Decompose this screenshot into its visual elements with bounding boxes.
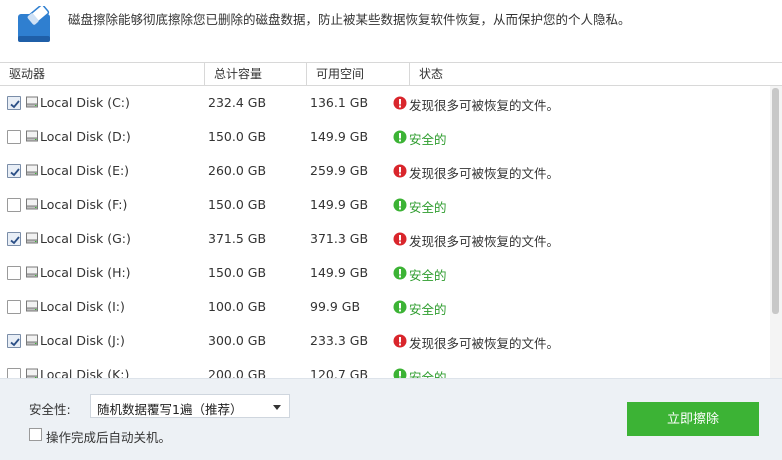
drive-name: Local Disk (F:)	[40, 197, 128, 212]
drive-name: Local Disk (G:)	[40, 231, 131, 246]
drive-name: Local Disk (K:)	[40, 367, 130, 378]
warning-icon	[393, 96, 407, 110]
column-drive[interactable]: 驱动器	[0, 63, 205, 85]
hard-drive-icon	[25, 232, 39, 245]
drive-name: Local Disk (E:)	[40, 163, 130, 178]
drive-total-capacity: 200.0 GB	[208, 367, 267, 378]
auto-shutdown-checkbox[interactable]	[29, 428, 42, 441]
drive-free-space: 233.3 GB	[310, 333, 369, 348]
hard-drive-icon	[25, 198, 39, 211]
security-level-select[interactable]: 随机数据覆写1遍（推荐）	[90, 394, 290, 418]
scrollbar-thumb[interactable]	[772, 88, 779, 314]
drive-status: 发现很多可被恢复的文件。	[409, 98, 560, 113]
security-level-value: 随机数据覆写1遍（推荐）	[97, 402, 243, 417]
header: 磁盘擦除能够彻底擦除您已删除的磁盘数据，防止被某些数据恢复软件恢复，从而保护您的…	[0, 0, 782, 62]
drive-total-capacity: 150.0 GB	[208, 265, 267, 280]
drive-total-capacity: 150.0 GB	[208, 197, 267, 212]
drive-row[interactable]: Local Disk (F:) 150.0 GB 149.9 GB 安全的	[0, 188, 770, 222]
eraser-drive-icon	[18, 6, 50, 42]
drive-status: 安全的	[409, 370, 447, 378]
column-status[interactable]: 状态	[410, 63, 782, 85]
security-label: 安全性:	[29, 402, 71, 417]
drive-status: 发现很多可被恢复的文件。	[409, 166, 560, 181]
table-header: 驱动器 总计容量 可用空间 状态	[0, 62, 782, 86]
drive-checkbox[interactable]	[7, 198, 21, 212]
drive-checkbox[interactable]	[7, 266, 21, 280]
warning-icon	[393, 334, 407, 348]
drive-status: 发现很多可被恢复的文件。	[409, 336, 560, 351]
drive-name: Local Disk (H:)	[40, 265, 131, 280]
footer: 安全性: 随机数据覆写1遍（推荐） 操作完成后自动关机。 立即擦除	[0, 378, 782, 460]
hard-drive-icon	[25, 334, 39, 347]
erase-now-button[interactable]: 立即擦除	[627, 402, 759, 436]
safe-icon	[393, 266, 407, 280]
drive-free-space: 136.1 GB	[310, 95, 369, 110]
drive-list: Local Disk (C:) 232.4 GB 136.1 GB 发现很多可被恢复的…	[0, 86, 770, 378]
drive-name: Local Disk (C:)	[40, 95, 130, 110]
hard-drive-icon	[25, 164, 39, 177]
auto-shutdown-label[interactable]: 操作完成后自动关机。	[46, 427, 171, 446]
drive-status: 安全的	[409, 132, 447, 147]
drive-free-space: 259.9 GB	[310, 163, 369, 178]
drive-row[interactable]: Local Disk (J:) 300.0 GB 233.3 GB 发现很多可被恢复的…	[0, 324, 770, 358]
drive-free-space: 120.7 GB	[310, 367, 369, 378]
drive-list-scrollbar[interactable]	[770, 86, 782, 378]
drive-row[interactable]: Local Disk (K:) 200.0 GB 120.7 GB 安全的	[0, 358, 770, 378]
drive-total-capacity: 100.0 GB	[208, 299, 267, 314]
drive-free-space: 99.9 GB	[310, 299, 361, 314]
header-description: 磁盘擦除能够彻底擦除您已删除的磁盘数据，防止被某些数据恢复软件恢复，从而保护您的…	[68, 12, 631, 27]
drive-row[interactable]: Local Disk (G:) 371.5 GB 371.3 GB 发现很多可被恢复的…	[0, 222, 770, 256]
drive-free-space: 149.9 GB	[310, 197, 369, 212]
drive-total-capacity: 150.0 GB	[208, 129, 267, 144]
drive-name: Local Disk (D:)	[40, 129, 131, 144]
drive-checkbox[interactable]	[7, 368, 21, 378]
drive-row[interactable]: Local Disk (E:) 260.0 GB 259.9 GB 发现很多可被恢复的…	[0, 154, 770, 188]
drive-row[interactable]: Local Disk (I:) 100.0 GB 99.9 GB 安全的	[0, 290, 770, 324]
hard-drive-icon	[25, 130, 39, 143]
drive-name: Local Disk (I:)	[40, 299, 125, 314]
drive-status: 安全的	[409, 302, 447, 317]
hard-drive-icon	[25, 368, 39, 378]
hard-drive-icon	[25, 300, 39, 313]
column-free-space[interactable]: 可用空间	[307, 63, 410, 85]
safe-icon	[393, 368, 407, 378]
safe-icon	[393, 300, 407, 314]
drive-checkbox[interactable]	[7, 130, 21, 144]
hard-drive-icon	[25, 96, 39, 109]
hard-drive-icon	[25, 266, 39, 279]
drive-total-capacity: 371.5 GB	[208, 231, 267, 246]
drive-status: 安全的	[409, 268, 447, 283]
drive-status: 发现很多可被恢复的文件。	[409, 234, 560, 249]
drive-checkbox[interactable]	[7, 232, 21, 246]
drive-checkbox[interactable]	[7, 164, 21, 178]
drive-checkbox[interactable]	[7, 300, 21, 314]
safe-icon	[393, 198, 407, 212]
drive-total-capacity: 300.0 GB	[208, 333, 267, 348]
drive-row[interactable]: Local Disk (C:) 232.4 GB 136.1 GB 发现很多可被恢复的…	[0, 86, 770, 120]
drive-name: Local Disk (J:)	[40, 333, 125, 348]
drive-free-space: 149.9 GB	[310, 129, 369, 144]
warning-icon	[393, 232, 407, 246]
drive-row[interactable]: Local Disk (H:) 150.0 GB 149.9 GB 安全的	[0, 256, 770, 290]
chevron-down-icon	[273, 405, 281, 410]
drive-checkbox[interactable]	[7, 96, 21, 110]
drive-checkbox[interactable]	[7, 334, 21, 348]
safe-icon	[393, 130, 407, 144]
drive-row[interactable]: Local Disk (D:) 150.0 GB 149.9 GB 安全的	[0, 120, 770, 154]
column-total-capacity[interactable]: 总计容量	[205, 63, 307, 85]
warning-icon	[393, 164, 407, 178]
drive-total-capacity: 260.0 GB	[208, 163, 267, 178]
drive-status: 安全的	[409, 200, 447, 215]
drive-free-space: 371.3 GB	[310, 231, 369, 246]
drive-free-space: 149.9 GB	[310, 265, 369, 280]
drive-total-capacity: 232.4 GB	[208, 95, 267, 110]
